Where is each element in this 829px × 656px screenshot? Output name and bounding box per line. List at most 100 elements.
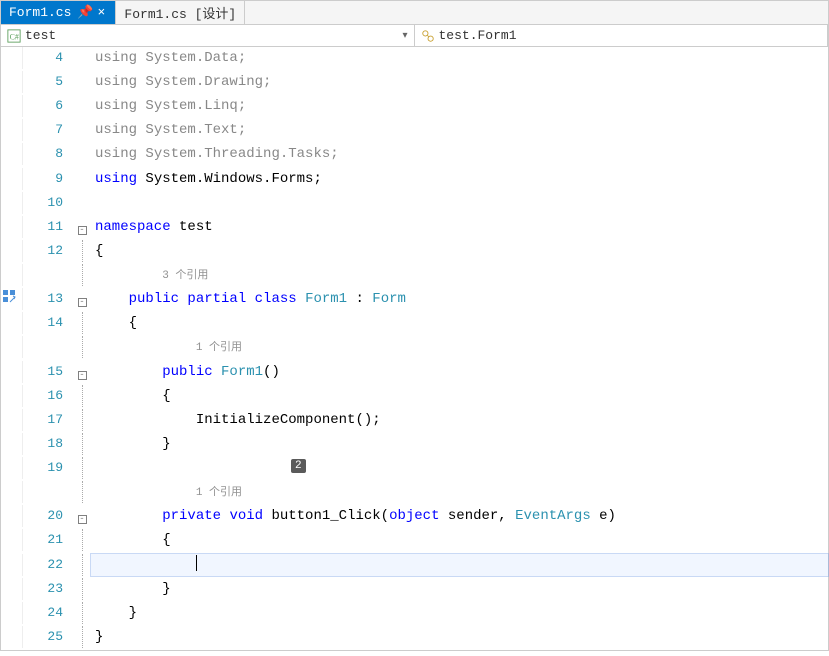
code-line[interactable]: using System.Text; xyxy=(91,119,828,141)
indicator-margin-cell xyxy=(1,385,23,407)
code-line[interactable]: namespace test xyxy=(91,216,828,238)
code-line[interactable]: using System.Data; xyxy=(91,47,828,69)
fold-cell xyxy=(73,336,91,358)
pin-icon[interactable]: 📌 xyxy=(77,5,89,20)
code-line[interactable] xyxy=(91,554,828,576)
code-line[interactable]: using System.Drawing; xyxy=(91,71,828,93)
codelens-text[interactable]: 1 个引用 xyxy=(196,342,242,354)
code-line[interactable]: public Form1() xyxy=(91,361,828,383)
line-number: 10 xyxy=(23,192,73,214)
tab-bar: Form1.cs 📌 × Form1.cs [设计] xyxy=(1,1,828,25)
indicator-margin-cell xyxy=(1,336,23,358)
line-number: 11 xyxy=(23,216,73,238)
indicator-margin-cell xyxy=(1,626,23,648)
code-line[interactable]: InitializeComponent(); xyxy=(91,409,828,431)
codelens-annotation[interactable]: 1 个引用 xyxy=(91,481,828,503)
indicator-margin-cell xyxy=(1,457,23,479)
code-line[interactable]: using System.Linq; xyxy=(91,95,828,117)
indicator-margin-cell xyxy=(1,554,23,576)
line-number: 17 xyxy=(23,409,73,431)
fold-cell[interactable]: - xyxy=(73,288,91,310)
close-icon[interactable]: × xyxy=(95,5,107,20)
fold-cell xyxy=(73,119,91,141)
tab-label: Form1.cs xyxy=(9,5,71,20)
chevron-down-icon: ▾ xyxy=(402,30,407,42)
tab-form1-design[interactable]: Form1.cs [设计] xyxy=(116,1,245,24)
indicator-margin-cell xyxy=(1,95,23,117)
fold-cell xyxy=(73,192,91,214)
line-number: 20 xyxy=(23,505,73,527)
fold-cell xyxy=(73,71,91,93)
csharp-project-icon: C# xyxy=(7,29,21,43)
fold-cell xyxy=(73,385,91,407)
fold-toggle-icon[interactable]: - xyxy=(78,515,87,524)
nav-class-label: test.Form1 xyxy=(439,28,517,43)
code-line[interactable] xyxy=(91,192,828,214)
tab-form1-cs[interactable]: Form1.cs 📌 × xyxy=(1,1,116,24)
line-number: 15 xyxy=(23,361,73,383)
code-line[interactable]: { xyxy=(91,529,828,551)
fold-cell[interactable]: - xyxy=(73,216,91,238)
code-line[interactable]: using System.Threading.Tasks; xyxy=(91,143,828,165)
fold-toggle-icon[interactable]: - xyxy=(78,298,87,307)
fold-cell xyxy=(73,47,91,69)
code-line[interactable]: } xyxy=(91,433,828,455)
line-number: 4 xyxy=(23,47,73,69)
fold-cell xyxy=(73,481,91,503)
indicator-margin-cell xyxy=(1,192,23,214)
codelens-annotation[interactable]: 1 个引用 xyxy=(91,336,828,358)
code-line[interactable]: } xyxy=(91,578,828,600)
line-number xyxy=(23,481,73,503)
nav-bar: C# test ▾ test.Form1 xyxy=(1,25,828,47)
code-line[interactable]: } xyxy=(91,602,828,624)
code-line[interactable]: using System.Windows.Forms; xyxy=(91,168,828,190)
indicator-margin-cell xyxy=(1,119,23,141)
indicator-margin-cell xyxy=(1,409,23,431)
indicator-margin-cell xyxy=(1,361,23,383)
code-editor[interactable]: 4using System.Data;5using System.Drawing… xyxy=(1,47,828,650)
fold-cell xyxy=(73,529,91,551)
fold-cell xyxy=(73,409,91,431)
track-changes-icon xyxy=(1,288,17,304)
code-line[interactable]: public partial class Form1 : Form xyxy=(91,288,828,310)
line-number: 25 xyxy=(23,626,73,648)
line-number: 22 xyxy=(23,554,73,576)
fold-cell xyxy=(73,240,91,262)
indicator-margin-cell xyxy=(1,71,23,93)
codelens-text[interactable]: 3 个引用 xyxy=(162,270,208,282)
indicator-margin-cell xyxy=(1,312,23,334)
codelens-text[interactable]: 1 个引用 xyxy=(196,487,242,499)
code-line[interactable]: { xyxy=(91,240,828,262)
code-line[interactable]: { xyxy=(91,312,828,334)
indicator-margin-cell xyxy=(1,578,23,600)
fold-toggle-icon[interactable]: - xyxy=(78,226,87,235)
indicator-margin-cell xyxy=(1,481,23,503)
class-icon xyxy=(421,29,435,43)
nav-namespace-dropdown[interactable]: C# test ▾ xyxy=(1,25,415,46)
line-number: 14 xyxy=(23,312,73,334)
code-line[interactable]: 2 xyxy=(91,457,828,479)
codelens-annotation[interactable]: 3 个引用 xyxy=(91,264,828,286)
indicator-margin-cell xyxy=(1,47,23,69)
line-number: 13 xyxy=(23,288,73,310)
svg-text:C#: C# xyxy=(10,32,19,41)
indicator-margin-cell xyxy=(1,288,23,310)
line-number xyxy=(23,264,73,286)
line-number: 18 xyxy=(23,433,73,455)
text-cursor xyxy=(196,555,197,571)
line-number: 24 xyxy=(23,602,73,624)
marker-badge: 2 xyxy=(291,459,306,473)
code-line[interactable]: private void button1_Click(object sender… xyxy=(91,505,828,527)
line-number: 16 xyxy=(23,385,73,407)
indicator-margin-cell xyxy=(1,168,23,190)
fold-cell[interactable]: - xyxy=(73,505,91,527)
nav-class-dropdown[interactable]: test.Form1 xyxy=(415,25,829,46)
nav-namespace-label: test xyxy=(25,28,56,43)
fold-toggle-icon[interactable]: - xyxy=(78,371,87,380)
code-line[interactable]: { xyxy=(91,385,828,407)
fold-cell xyxy=(73,626,91,648)
fold-cell[interactable]: - xyxy=(73,361,91,383)
code-line[interactable]: } xyxy=(91,626,828,648)
line-number: 23 xyxy=(23,578,73,600)
line-number: 19 xyxy=(23,457,73,479)
